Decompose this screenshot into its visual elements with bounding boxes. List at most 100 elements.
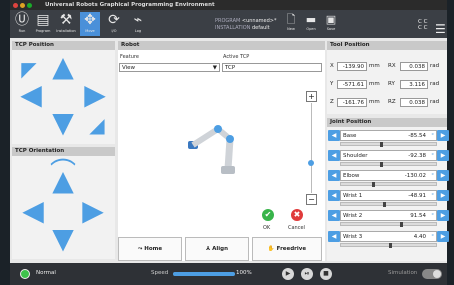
status-bar: Normal Speed 100% ▶ ⏯ ■ Simulation bbox=[10, 263, 447, 285]
log-tab[interactable]: ⌁ Log bbox=[128, 12, 148, 36]
joint-decrease-arrow-icon[interactable]: ◀ bbox=[328, 210, 340, 221]
x-label: X bbox=[330, 63, 334, 69]
zoom-slider-handle[interactable] bbox=[308, 160, 314, 166]
tcp-right-arrow-icon[interactable]: ▶ bbox=[80, 81, 110, 109]
tilt-down-arrow-icon[interactable]: ▼ bbox=[48, 225, 78, 253]
z-value[interactable]: -161.76 bbox=[337, 98, 367, 107]
tcp-left-arrow-icon[interactable]: ◀ bbox=[16, 81, 46, 109]
align-button[interactable]: ⅄ Align bbox=[185, 237, 249, 261]
rx-value[interactable]: 0.038 bbox=[400, 62, 428, 71]
y-value[interactable]: -571.61 bbox=[337, 80, 367, 89]
joint-name: Elbow bbox=[343, 173, 360, 179]
joint-decrease-arrow-icon[interactable]: ◀ bbox=[328, 231, 340, 242]
window-title: Universal Robots Graphical Programming E… bbox=[45, 2, 215, 8]
tilt-left-arrow-icon[interactable]: ◀ bbox=[18, 197, 48, 225]
joint-value: -48.91 bbox=[408, 193, 426, 199]
zoom-track bbox=[311, 103, 312, 193]
simulation-label: Simulation bbox=[388, 270, 418, 276]
simulation-toggle[interactable] bbox=[422, 269, 442, 279]
joint-position-marker bbox=[372, 182, 376, 187]
save-button-label: Save bbox=[326, 27, 336, 31]
z-unit: mm bbox=[369, 99, 380, 105]
joint-increase-arrow-icon[interactable]: ▶ bbox=[437, 210, 449, 221]
play-icon[interactable]: ▶ bbox=[282, 268, 294, 280]
home-button[interactable]: ⤳ Home bbox=[118, 237, 182, 261]
cancel-label: Cancel bbox=[288, 225, 305, 231]
tool-y-row: Y -571.61 mm RY 3.116 rad bbox=[330, 79, 444, 90]
tool-x-row: X -139.90 mm RX 0.038 rad bbox=[330, 61, 444, 72]
x-value[interactable]: -139.90 bbox=[337, 62, 367, 71]
speed-slider[interactable] bbox=[173, 272, 235, 276]
program-info: PROGRAM <unnamed>* INSTALLATION default bbox=[215, 18, 276, 32]
save-icon: ▣ bbox=[325, 13, 337, 26]
run-tab[interactable]: Ⓤ Run bbox=[12, 12, 32, 36]
cancel-x-icon[interactable]: ✖ bbox=[291, 209, 303, 221]
feature-select[interactable]: View ▼ bbox=[119, 63, 220, 72]
joint-row: ◀ Base -85.54 ° ▶ bbox=[328, 129, 449, 149]
joint-range-track bbox=[340, 142, 437, 147]
step-icon[interactable]: ⏯ bbox=[301, 268, 313, 280]
joint-increase-arrow-icon[interactable]: ▶ bbox=[437, 130, 449, 141]
joint-value-field[interactable]: Elbow -130.02 ° bbox=[340, 170, 437, 181]
joint-name: Wrist 1 bbox=[343, 193, 363, 199]
tool-z-row: Z -161.76 mm RZ 0.038 rad bbox=[330, 97, 444, 108]
joint-value-field[interactable]: Base -85.54 ° bbox=[340, 130, 437, 141]
joint-value-field[interactable]: Wrist 3 4.40 ° bbox=[340, 231, 437, 242]
rz-value[interactable]: 0.038 bbox=[400, 98, 428, 107]
ok-check-icon[interactable]: ✔ bbox=[262, 209, 274, 221]
program-name: <unnamed>* bbox=[241, 18, 277, 24]
degree-unit: ° bbox=[431, 234, 434, 240]
close-window-icon[interactable] bbox=[13, 3, 18, 8]
open-button-label: Open bbox=[306, 27, 316, 31]
tcp-forward-left-arrow-icon[interactable]: ◤ bbox=[16, 55, 42, 83]
joint-decrease-arrow-icon[interactable]: ◀ bbox=[328, 170, 340, 181]
home-label: Home bbox=[144, 246, 163, 252]
maximize-window-icon[interactable] bbox=[27, 3, 32, 8]
tcp-orientation-panel: TCP Orientation ⌒ ▲ ▼ ◀ ▶ bbox=[12, 147, 115, 259]
joint-increase-arrow-icon[interactable]: ▶ bbox=[437, 190, 449, 201]
freedrive-button[interactable]: ✋ Freedrive bbox=[252, 237, 322, 261]
tcp-up-arrow-icon[interactable]: ▲ bbox=[48, 53, 78, 81]
joint-decrease-arrow-icon[interactable]: ◀ bbox=[328, 150, 340, 161]
joint-range-track bbox=[340, 222, 437, 227]
tilt-up-arrow-icon[interactable]: ▲ bbox=[48, 167, 78, 195]
tcp-down-arrow-icon[interactable]: ▼ bbox=[48, 109, 78, 137]
save-button[interactable]: ▣ Save bbox=[322, 13, 340, 31]
tcp-position-header: TCP Position bbox=[12, 41, 115, 50]
joint-value-field[interactable]: Shoulder -92.38 ° bbox=[340, 150, 437, 161]
active-tcp-field[interactable]: TCP bbox=[222, 63, 322, 72]
move-tab[interactable]: ✥ Move bbox=[80, 12, 100, 36]
zoom-in-button[interactable]: + bbox=[306, 91, 317, 102]
open-button[interactable]: ▬ Open bbox=[302, 13, 320, 31]
feature-value: View bbox=[122, 65, 136, 71]
joint-decrease-arrow-icon[interactable]: ◀ bbox=[328, 130, 340, 141]
tilt-right-arrow-icon[interactable]: ▶ bbox=[78, 197, 108, 225]
robot-status-indicator[interactable] bbox=[20, 269, 30, 279]
zoom-out-button[interactable]: − bbox=[306, 194, 317, 205]
hamburger-menu-icon[interactable]: ☰ bbox=[435, 23, 446, 35]
program-tab[interactable]: ▤ Program bbox=[33, 12, 53, 36]
joint-position-marker bbox=[379, 162, 383, 167]
new-file-icon: 🗋 bbox=[286, 13, 296, 26]
degree-unit: ° bbox=[431, 173, 434, 179]
joint-decrease-arrow-icon[interactable]: ◀ bbox=[328, 190, 340, 201]
io-tab[interactable]: ⟳ I/O bbox=[104, 12, 124, 36]
tcp-back-right-arrow-icon[interactable]: ◢ bbox=[84, 111, 110, 139]
joint-value-field[interactable]: Wrist 2 91.54 ° bbox=[340, 210, 437, 221]
joint-value: 4.40 bbox=[413, 234, 426, 240]
rx-unit: rad bbox=[430, 63, 440, 69]
stop-icon[interactable]: ■ bbox=[320, 268, 332, 280]
minimize-window-icon[interactable] bbox=[20, 3, 25, 8]
joint-position-marker bbox=[388, 243, 392, 248]
robot-3d-view[interactable] bbox=[168, 111, 248, 181]
joint-value-field[interactable]: Wrist 1 -48.91 ° bbox=[340, 190, 437, 201]
joint-increase-arrow-icon[interactable]: ▶ bbox=[437, 231, 449, 242]
new-button[interactable]: 🗋 New bbox=[282, 13, 300, 31]
joint-increase-arrow-icon[interactable]: ▶ bbox=[437, 150, 449, 161]
installation-tab[interactable]: ⚒ Installation bbox=[56, 12, 76, 36]
joint-increase-arrow-icon[interactable]: ▶ bbox=[437, 170, 449, 181]
ry-label: RY bbox=[388, 81, 395, 87]
ry-value[interactable]: 3.116 bbox=[400, 80, 428, 89]
rz-label: RZ bbox=[388, 99, 396, 105]
robot-mode: Normal bbox=[36, 270, 56, 276]
